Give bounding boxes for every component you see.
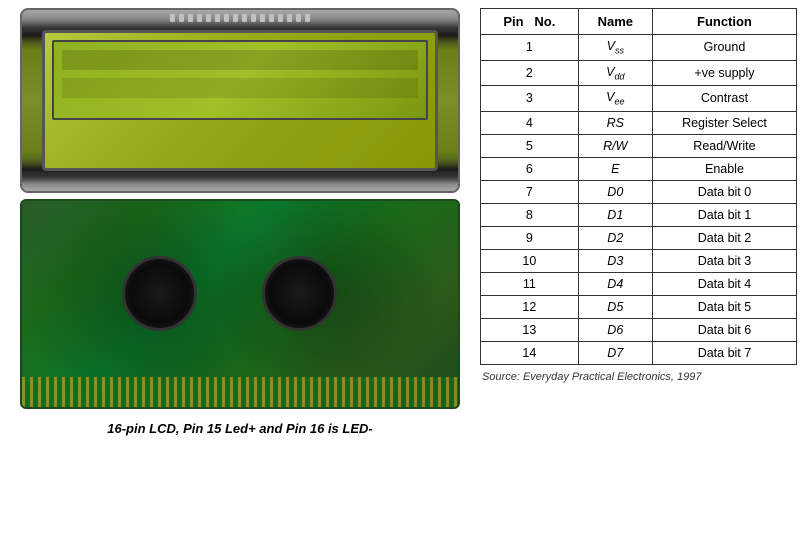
- cell-pin: 13: [481, 318, 579, 341]
- cell-pin: 6: [481, 157, 579, 180]
- cell-name: D4: [578, 272, 652, 295]
- header-pin: Pin No.: [481, 9, 579, 35]
- cell-function: +ve supply: [652, 60, 796, 86]
- cell-function: Data bit 7: [652, 341, 796, 364]
- cell-pin: 3: [481, 86, 579, 112]
- cell-function: Data bit 0: [652, 180, 796, 203]
- table-row: 12D5Data bit 5: [481, 295, 797, 318]
- table-row: 10D3Data bit 3: [481, 249, 797, 272]
- cell-name: D2: [578, 226, 652, 249]
- cell-function: Enable: [652, 157, 796, 180]
- cell-function: Data bit 1: [652, 203, 796, 226]
- cell-function: Data bit 6: [652, 318, 796, 341]
- cell-name: Vee: [578, 86, 652, 112]
- cell-function: Contrast: [652, 86, 796, 112]
- cell-name: D0: [578, 180, 652, 203]
- table-row: 4RSRegister Select: [481, 111, 797, 134]
- pin-table: Pin No. Name Function 1VssGround2Vdd+ve …: [480, 8, 797, 365]
- cell-pin: 8: [481, 203, 579, 226]
- table-row: 8D1Data bit 1: [481, 203, 797, 226]
- table-row: 7D0Data bit 0: [481, 180, 797, 203]
- cell-name: D3: [578, 249, 652, 272]
- table-row: 1VssGround: [481, 35, 797, 61]
- table-row: 13D6Data bit 6: [481, 318, 797, 341]
- cell-name: RS: [578, 111, 652, 134]
- cell-function: Data bit 5: [652, 295, 796, 318]
- cell-pin: 9: [481, 226, 579, 249]
- cell-name: D5: [578, 295, 652, 318]
- cell-function: Data bit 4: [652, 272, 796, 295]
- cell-pin: 10: [481, 249, 579, 272]
- cell-name: D1: [578, 203, 652, 226]
- cell-name: R/W: [578, 134, 652, 157]
- lcd-top-image: [20, 8, 460, 193]
- chip-left: [122, 256, 197, 331]
- table-row: 11D4Data bit 4: [481, 272, 797, 295]
- cell-function: Data bit 3: [652, 249, 796, 272]
- table-row: 6EEnable: [481, 157, 797, 180]
- cell-function: Ground: [652, 35, 796, 61]
- header-function: Function: [652, 9, 796, 35]
- cell-pin: 7: [481, 180, 579, 203]
- lcd-pins: [170, 14, 310, 22]
- left-panel: 16-pin LCD, Pin 15 Led+ and Pin 16 is LE…: [0, 0, 480, 540]
- pcb-pin-lines: [22, 377, 458, 407]
- lcd-screen: [52, 40, 428, 120]
- table-row: 9D2Data bit 2: [481, 226, 797, 249]
- cell-function: Register Select: [652, 111, 796, 134]
- cell-name: E: [578, 157, 652, 180]
- cell-pin: 11: [481, 272, 579, 295]
- table-row: 3VeeContrast: [481, 86, 797, 112]
- cell-pin: 1: [481, 35, 579, 61]
- table-row: 14D7Data bit 7: [481, 341, 797, 364]
- table-row: 2Vdd+ve supply: [481, 60, 797, 86]
- lcd-bottom-image: [20, 199, 460, 409]
- cell-pin: 5: [481, 134, 579, 157]
- source-credit: Source: Everyday Practical Electronics, …: [480, 371, 797, 383]
- header-name: Name: [578, 9, 652, 35]
- cell-name: D6: [578, 318, 652, 341]
- cell-name: Vss: [578, 35, 652, 61]
- cell-pin: 14: [481, 341, 579, 364]
- cell-function: Read/Write: [652, 134, 796, 157]
- cell-name: Vdd: [578, 60, 652, 86]
- chip-right: [262, 256, 337, 331]
- cell-pin: 2: [481, 60, 579, 86]
- right-panel: Pin No. Name Function 1VssGround2Vdd+ve …: [480, 0, 805, 540]
- cell-name: D7: [578, 341, 652, 364]
- cell-pin: 12: [481, 295, 579, 318]
- table-row: 5R/WRead/Write: [481, 134, 797, 157]
- image-caption: 16-pin LCD, Pin 15 Led+ and Pin 16 is LE…: [107, 421, 372, 436]
- cell-pin: 4: [481, 111, 579, 134]
- cell-function: Data bit 2: [652, 226, 796, 249]
